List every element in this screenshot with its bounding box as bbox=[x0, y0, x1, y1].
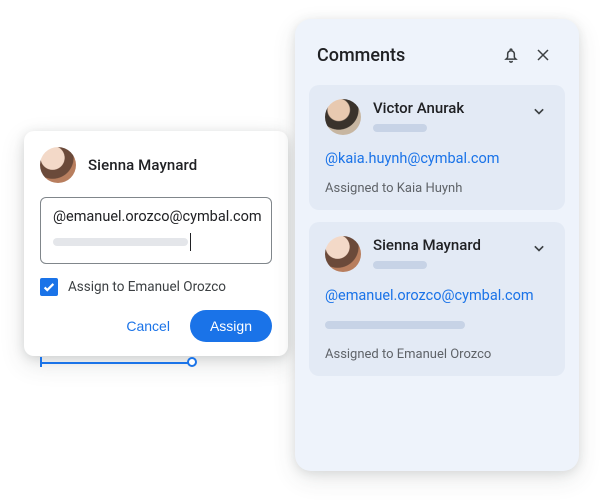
author-name: Sienna Maynard bbox=[88, 156, 197, 174]
comments-panel: Comments Victor Anurak @kaia.huynh@cymba… bbox=[295, 19, 579, 471]
close-button[interactable] bbox=[527, 39, 559, 71]
placeholder-bar bbox=[53, 238, 188, 246]
comments-panel-header: Comments bbox=[317, 39, 559, 71]
assign-checkbox[interactable] bbox=[40, 278, 58, 296]
avatar bbox=[40, 147, 76, 183]
close-icon bbox=[533, 45, 553, 65]
avatar bbox=[325, 99, 361, 135]
chevron-down-icon[interactable] bbox=[529, 238, 549, 258]
anchor-tick-left bbox=[40, 357, 42, 367]
comment-author: Sienna Maynard bbox=[373, 236, 517, 254]
text-cursor bbox=[190, 233, 191, 251]
mention-text: @emanuel.orozco@cymbal.com bbox=[53, 208, 259, 225]
anchor-line bbox=[40, 362, 192, 364]
placeholder-bar bbox=[373, 261, 427, 269]
assign-button[interactable]: Assign bbox=[190, 310, 272, 342]
notifications-button[interactable] bbox=[495, 39, 527, 71]
comment-author: Victor Anurak bbox=[373, 99, 517, 117]
input-second-line bbox=[53, 233, 259, 251]
assigned-to-text: Assigned to Emanuel Orozco bbox=[325, 347, 549, 362]
popover-header: Sienna Maynard bbox=[40, 147, 272, 183]
placeholder-bar bbox=[325, 321, 465, 329]
popover-actions: Cancel Assign bbox=[40, 310, 272, 342]
check-icon bbox=[42, 280, 56, 294]
avatar bbox=[325, 236, 361, 272]
selection-anchor bbox=[40, 348, 192, 366]
chevron-down-icon[interactable] bbox=[529, 101, 549, 121]
anchor-handle[interactable] bbox=[187, 357, 197, 367]
placeholder-bar bbox=[373, 124, 427, 132]
assign-comment-popover: Sienna Maynard @emanuel.orozco@cymbal.co… bbox=[24, 131, 288, 356]
comment-card[interactable]: Sienna Maynard @emanuel.orozco@cymbal.co… bbox=[309, 222, 565, 376]
assign-checkbox-label: Assign to Emanuel Orozco bbox=[68, 279, 226, 295]
comment-card[interactable]: Victor Anurak @kaia.huynh@cymbal.com Ass… bbox=[309, 85, 565, 210]
comments-panel-title: Comments bbox=[317, 45, 495, 66]
comment-input[interactable]: @emanuel.orozco@cymbal.com bbox=[40, 197, 272, 264]
bell-icon bbox=[501, 45, 521, 65]
assigned-to-text: Assigned to Kaia Huynh bbox=[325, 181, 549, 196]
assign-checkbox-row[interactable]: Assign to Emanuel Orozco bbox=[40, 278, 272, 296]
cancel-button[interactable]: Cancel bbox=[114, 310, 182, 342]
comment-mention[interactable]: @kaia.huynh@cymbal.com bbox=[325, 150, 549, 167]
comment-mention[interactable]: @emanuel.orozco@cymbal.com bbox=[325, 287, 549, 304]
